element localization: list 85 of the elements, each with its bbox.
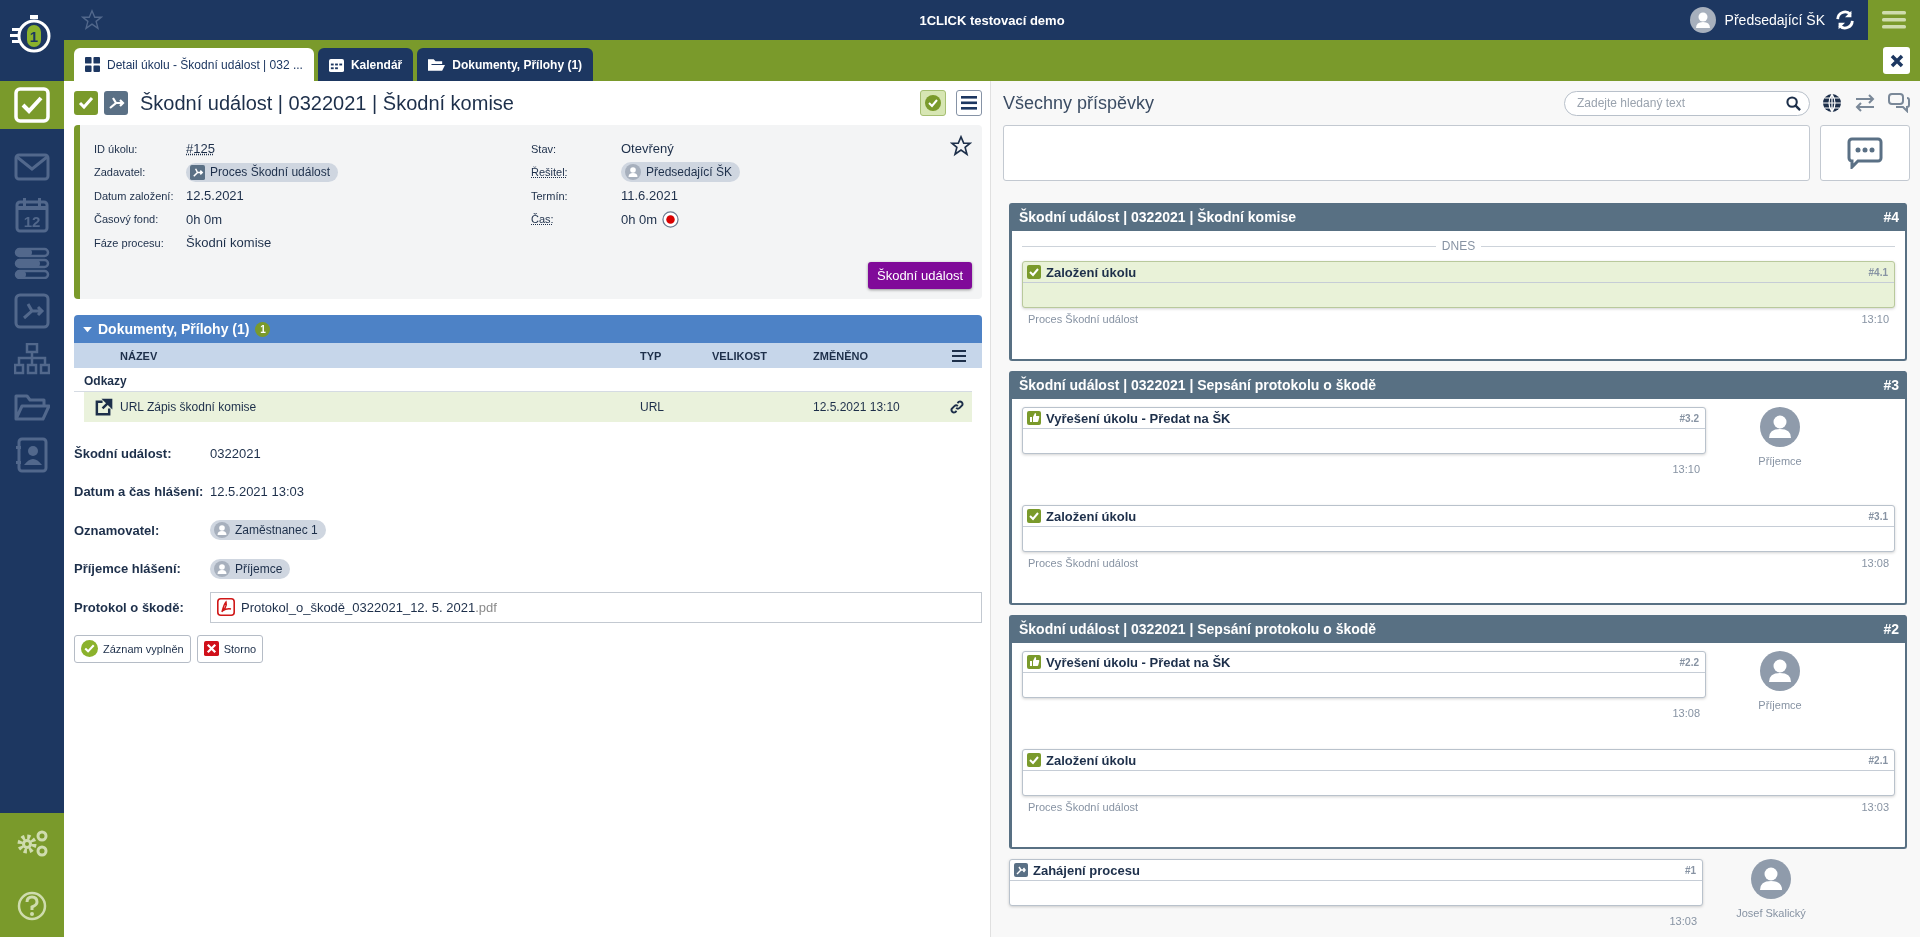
post-time: 13:08 (1861, 557, 1889, 569)
table-cell-text: URL (640, 400, 665, 414)
app-title: 1CLICK testovací demo (919, 12, 1065, 28)
feed-title: Všechny příspěvky (1003, 92, 1156, 114)
thread-number: #3 (1883, 377, 1899, 393)
thread-title[interactable]: Škodní událost | 0322021 | Škodní komise (1019, 209, 1297, 225)
field-label: ID úkolu: (94, 142, 139, 155)
person-chip[interactable]: Příjemce (210, 558, 291, 579)
post-title: Založení úkolu (1046, 752, 1138, 768)
field-label: Datum a čas hlášení: (74, 484, 205, 500)
section-header[interactable]: Dokumenty, Přílohy (1) 1 (74, 315, 982, 343)
field-label: Stav: (531, 142, 558, 155)
thread-title[interactable]: Škodní událost | 0322021 | Sepsání protokolu o škodě (1019, 377, 1377, 393)
post-card[interactable]: Vyřešení úkolu - Předat na ŠK #2.2 (1022, 651, 1706, 698)
post-card[interactable]: Vyřešení úkolu - Předat na ŠK #3.2 (1022, 407, 1706, 454)
field-value: 0322021 (210, 445, 261, 461)
field-label: Řešitel: (531, 166, 569, 179)
author-name: Josef Skalický (1736, 907, 1806, 919)
field-label: Škodní událost: (74, 445, 173, 461)
field-value: 11.6.2021 (621, 188, 678, 204)
thread-number: #4 (1883, 209, 1899, 225)
field-label: Časový fond: (94, 213, 160, 226)
thread-number: #2 (1883, 621, 1899, 637)
post-card[interactable]: Založení úkolu #2.1 (1022, 749, 1895, 796)
field-value: 12.5.2021 (186, 188, 244, 204)
field-label: Zadavatel: (94, 166, 147, 179)
post-number: #4.1 (1868, 266, 1888, 278)
post-number: #2.2 (1679, 656, 1699, 668)
cancel-button[interactable]: Storno (196, 634, 264, 663)
post-card[interactable]: Zahájení procesu #1 (1009, 859, 1703, 906)
post-title: Založení úkolu (1046, 264, 1138, 280)
person-chip[interactable]: Předsedající ŠK (621, 162, 741, 183)
column-header[interactable]: VELIKOST (712, 349, 813, 362)
post-title: Vyřešení úkolu - Předat na ŠK (1046, 654, 1232, 670)
field-label: Fáze procesu: (94, 236, 165, 249)
post-title: Vyřešení úkolu - Předat na ŠK (1046, 410, 1232, 426)
field-value: Škodní komise (186, 235, 272, 251)
table-cell-text: 12.5.2021 13:10 (813, 400, 901, 414)
post-time: 13:03 (1861, 801, 1889, 813)
file-field[interactable]: Protokol_o_škodě_0322021_12. 5. 2021.pdf (210, 591, 982, 623)
post-time: 13:10 (1672, 463, 1700, 475)
column-header[interactable]: TYP (640, 349, 712, 362)
field-value: Otevřený (621, 141, 674, 157)
column-header[interactable]: NÁZEV (120, 349, 640, 362)
table-cell-text: URL Zápis škodní komise (120, 400, 258, 414)
tab[interactable]: Kalendář (317, 48, 414, 81)
post-time: 13:03 (1669, 915, 1697, 927)
count-badge: 1 (255, 321, 271, 337)
action-button[interactable]: Škodní událost (868, 262, 972, 289)
user-name[interactable]: Předsedající ŠK (1724, 12, 1825, 28)
post-time: 13:08 (1672, 707, 1700, 719)
post-number: #3.1 (1868, 510, 1888, 522)
field-label: Oznamovatel: (74, 522, 161, 538)
field-label: Protokol o škodě: (74, 599, 185, 615)
post-time: 13:10 (1861, 313, 1889, 325)
field-label: Čas: (531, 213, 555, 226)
tab[interactable]: Dokumenty, Přílohy (1) (417, 48, 594, 81)
field-value: 0h 0m (186, 211, 223, 227)
section-title: Dokumenty, Přílohy (1) (98, 321, 250, 337)
author-name: Příjemce (1758, 699, 1802, 711)
post-number: #2.1 (1868, 754, 1888, 766)
confirm-button[interactable]: Záznam vyplněn (74, 634, 191, 663)
field-value: 12.5.2021 13:03 (210, 484, 304, 500)
field-label: Datum založení: (94, 189, 175, 202)
field-label: Termín: (531, 189, 569, 202)
thread-title[interactable]: Škodní událost | 0322021 | Sepsání protokolu o škodě (1019, 621, 1377, 637)
author-name: Příjemce (1758, 455, 1802, 467)
task-id-link[interactable]: #125 (186, 141, 215, 157)
post-number: #3.2 (1679, 412, 1699, 424)
column-header[interactable]: ZMĚNĚNO (813, 349, 942, 362)
tab[interactable]: Detail úkolu - Škodní událost | 032 ... (74, 48, 314, 81)
person-chip[interactable]: Zaměstnanec 1 (210, 520, 326, 541)
field-label: Příjemce hlášení: (74, 561, 182, 577)
post-title: Zahájení procesu (1033, 862, 1141, 878)
post-number: #1 (1684, 864, 1696, 876)
search-field[interactable]: Zadejte hledaný text (1564, 90, 1810, 116)
process-chip[interactable]: Proces Škodní událost (186, 162, 339, 182)
file-name: Protokol_o_škodě_0322021_12. 5. 2021.pdf (241, 599, 497, 615)
field-value: 0h 0m (621, 211, 658, 227)
task-title: Škodní událost | 0322021 | Škodní komise (140, 91, 515, 115)
post-card[interactable]: Založení úkolu #3.1 (1022, 505, 1895, 552)
post-card[interactable]: Založení úkolu #4.1 (1022, 261, 1895, 308)
date-divider: DNES (1441, 239, 1476, 253)
post-title: Založení úkolu (1046, 508, 1138, 524)
table-row[interactable]: URL Zápis škodní komise URL 12.5.2021 13:10 (84, 392, 972, 422)
